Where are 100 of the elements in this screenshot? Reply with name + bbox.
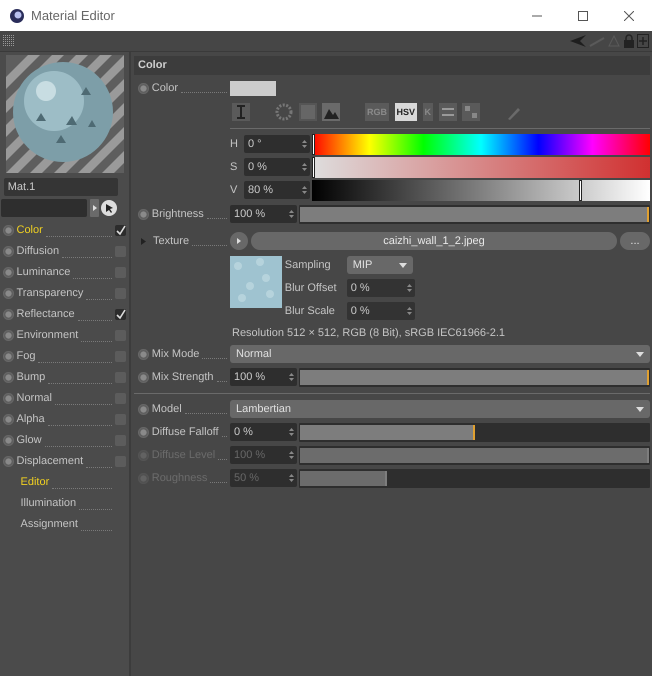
channel-label[interactable]: Fog [16,348,36,364]
dropdown-arrow-icon [398,263,407,268]
channel-letter: S [230,160,238,175]
texture-file-button[interactable]: caizhi_wall_1_2.jpeg [250,232,618,250]
value-field[interactable]: 100 % [230,205,297,224]
param-label: Model [152,402,182,417]
radio-dot[interactable] [2,392,14,404]
slider-fill[interactable] [300,424,474,440]
slider-handle[interactable] [312,134,315,155]
radio-dot[interactable] [138,404,149,415]
back-arrow-icon[interactable] [570,35,586,47]
value-field[interactable]: 0 ° [244,135,310,154]
section-header: Color [134,56,650,75]
new-window-icon[interactable] [637,34,650,48]
spinner-arrows-icon[interactable] [289,427,294,438]
channel-label[interactable]: Editor [20,474,50,490]
spinner-arrows-icon[interactable] [289,209,294,220]
channel-label[interactable]: Illumination [20,495,76,512]
color-swatch[interactable] [230,80,276,96]
window-title: Material Editor [31,6,116,25]
value-field[interactable]: 100 % [230,368,297,386]
radio-dot[interactable] [2,330,14,341]
param-label: Brightness [152,207,204,222]
text-cursor-icon[interactable] [232,102,250,121]
value-field[interactable]: 0 % [230,423,297,442]
color-slider[interactable] [312,180,650,201]
channel-label[interactable]: Diffusion [16,243,60,260]
dropdown-arrow-icon [636,352,644,358]
slider-handle[interactable] [579,180,582,201]
mixer-icon[interactable] [438,102,457,121]
radio-dot[interactable] [2,288,14,299]
channel-label[interactable]: Glow [16,432,42,448]
value-field[interactable]: 0 % [244,158,310,176]
radio-dot[interactable] [138,208,149,220]
play-button-icon[interactable] [230,232,248,250]
dropdown-arrow-icon [636,407,644,412]
channel-letter: V [230,183,238,198]
radio-dot[interactable] [2,350,14,362]
channel-label[interactable]: Luminance [16,264,70,280]
image-icon[interactable] [322,102,340,121]
channel-label[interactable]: Transparency [16,285,84,302]
slider-handle[interactable] [312,156,315,178]
param-label: Color [152,81,178,96]
spinner-arrows-icon[interactable] [302,185,307,196]
close-icon [624,10,634,20]
channel-label[interactable]: Bump [16,369,46,386]
radio-dot[interactable] [2,434,14,446]
dropdown[interactable]: Normal [230,345,650,364]
radio-dot[interactable] [138,372,149,383]
channel-letter: H [230,137,239,152]
dropdown[interactable]: MIP [346,256,413,274]
lock-icon[interactable] [622,34,634,48]
check-icon [115,224,126,236]
channel-label[interactable]: Displacement [16,453,84,470]
option-label: Blur Scale [284,304,336,319]
radio-dot[interactable] [2,414,14,425]
channel-label[interactable]: Environment [16,327,78,344]
color-slider[interactable] [312,156,650,178]
swatches-icon[interactable] [462,102,480,121]
option-label: Sampling [284,258,332,273]
radio-dot[interactable] [2,308,14,320]
value-field[interactable]: 80 % [244,181,310,200]
channel-label[interactable]: Reflectance [16,306,75,322]
check-icon [115,308,126,320]
slider-track[interactable] [299,422,650,442]
radio-dot[interactable] [2,372,14,383]
spinner-arrows-icon[interactable] [302,139,307,150]
color-slider[interactable] [312,134,650,155]
spinner-arrows-icon[interactable] [406,306,412,316]
app-icon [9,8,25,24]
maximize-icon [578,10,588,20]
color-wheel-icon[interactable] [275,102,293,121]
spinner-arrows-icon[interactable] [302,162,307,172]
radio-dot[interactable] [2,246,14,257]
search-field[interactable] [0,199,87,217]
spinner-arrows-icon[interactable] [289,372,294,382]
channel-checkbox[interactable] [115,308,126,320]
radio-dot[interactable] [2,456,14,467]
value-field[interactable]: 0 % [346,302,415,320]
channel-label[interactable]: Alpha [16,411,45,428]
color-mode-button[interactable]: HSV [394,102,418,121]
browse-button[interactable]: ... [620,232,650,250]
material-name-field[interactable]: Mat.1 [4,178,118,196]
channel-label[interactable]: Color [16,222,43,238]
param-label: Mix Strength [152,370,214,385]
radio-dot[interactable] [138,426,149,438]
radio-dot[interactable] [2,224,14,236]
resolution-text: Resolution 512 × 512, RGB (8 Bit), sRGB IEC61966-2.1 [232,326,506,341]
channel-label[interactable]: Normal [16,390,52,406]
channel-label[interactable]: Assignment [20,516,78,532]
radio-dot[interactable] [2,266,14,278]
param-label: Texture [153,234,190,249]
value-field[interactable]: 0 % [346,279,415,298]
channel-checkbox[interactable] [115,224,126,236]
param-label: Mix Mode [152,347,200,362]
radio-dot[interactable] [138,82,149,94]
pointer-icon[interactable] [101,200,118,216]
dropdown[interactable]: Lambertian [230,400,650,418]
radio-dot[interactable] [138,348,149,360]
spinner-arrows-icon[interactable] [406,283,412,294]
